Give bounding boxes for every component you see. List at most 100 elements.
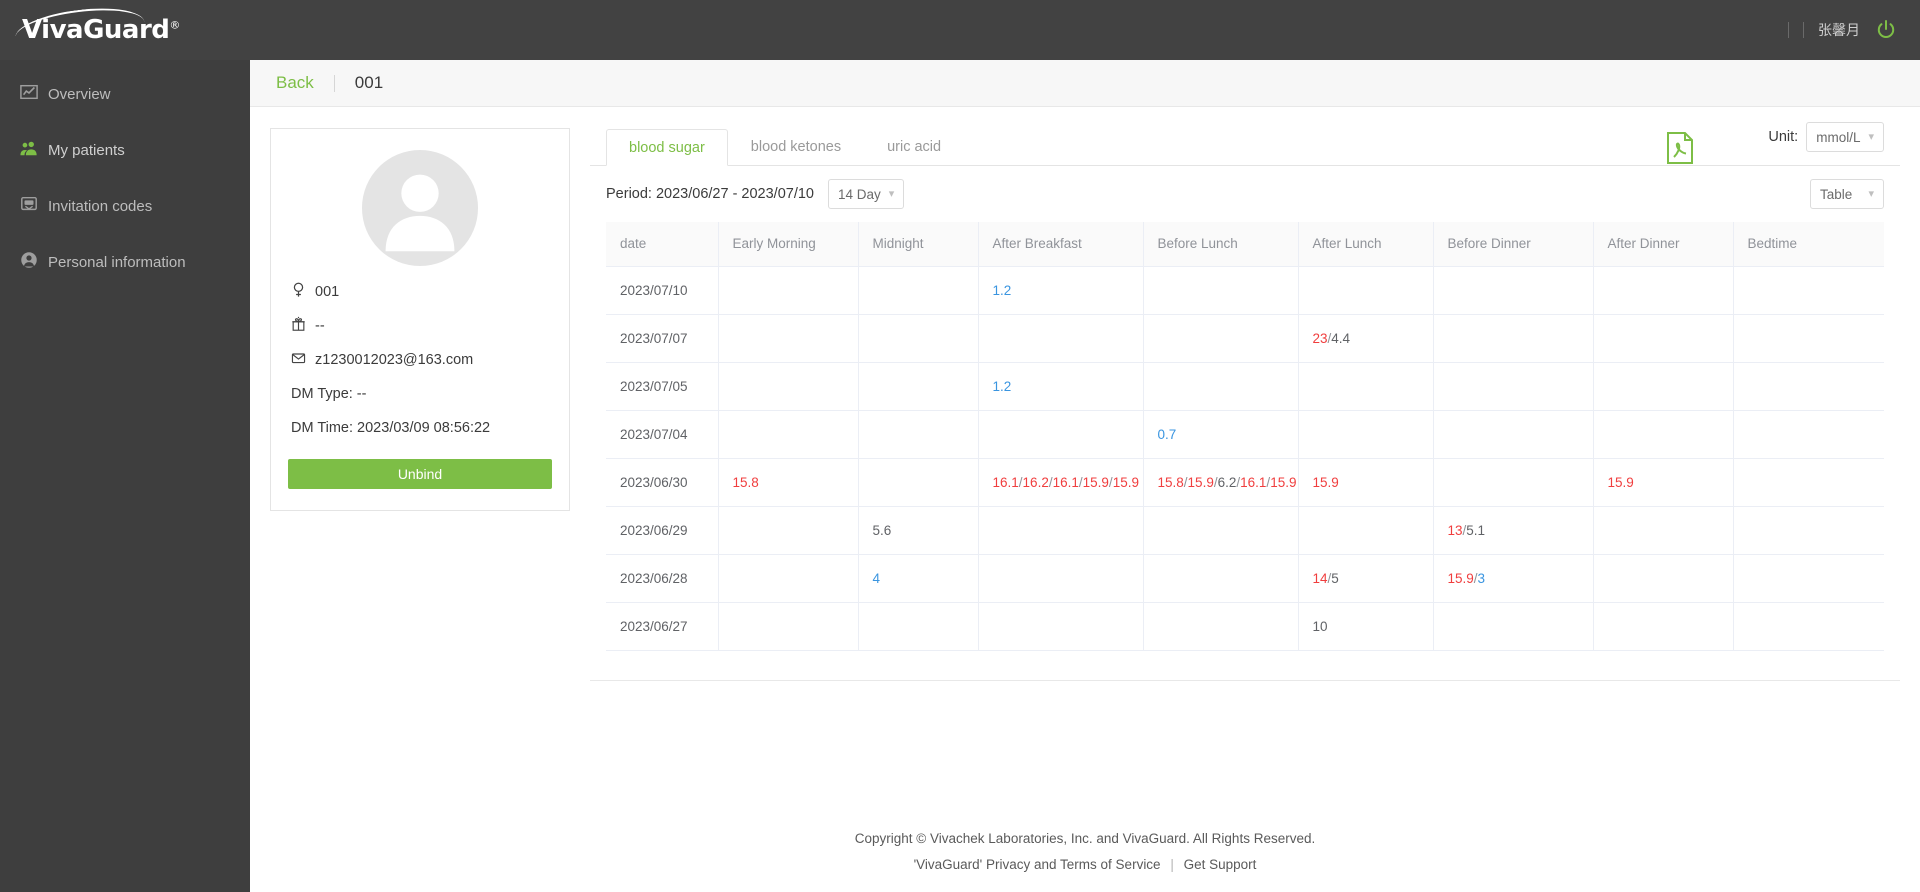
page-title: 001 xyxy=(354,73,384,92)
tab-blood-ketones[interactable]: blood ketones xyxy=(728,128,864,165)
cell-date: 2023/07/07 xyxy=(606,314,719,363)
reading-value: 16.1 xyxy=(1052,474,1079,490)
brand-registered-mark: ® xyxy=(169,18,180,32)
cell-reading: 10 xyxy=(1298,602,1434,651)
cell-reading xyxy=(1433,314,1594,363)
cell-reading xyxy=(718,266,859,315)
cell-reading xyxy=(978,554,1144,603)
tab-blood-sugar[interactable]: blood sugar xyxy=(606,129,728,166)
table-col-header: Before Lunch xyxy=(1143,222,1299,267)
view-select-value: Table xyxy=(1820,186,1853,202)
cell-reading xyxy=(1733,266,1884,315)
tab-uric-acid[interactable]: uric acid xyxy=(864,128,964,165)
sidebar-item-my-patients[interactable]: My patients xyxy=(0,122,250,178)
patient-id-value: 001 xyxy=(315,284,340,300)
chevron-down-icon: ▾ xyxy=(888,187,895,200)
sidebar-item-label: Personal information xyxy=(48,253,186,271)
reading-value: 15.9 xyxy=(1607,474,1634,490)
table-row[interactable]: 2023/07/05 1.2 xyxy=(606,362,1884,411)
unit-select-value: mmol/L xyxy=(1816,129,1861,145)
header-divider xyxy=(333,74,335,92)
privacy-link[interactable]: 'VivaGuard' Privacy and Terms of Service xyxy=(914,857,1161,872)
reading-value: 3 xyxy=(1477,570,1486,586)
cell-reading xyxy=(718,602,859,651)
cell-reading xyxy=(1298,506,1434,555)
unbind-button[interactable]: Unbind xyxy=(288,459,552,489)
topbar-divider-1 xyxy=(1788,22,1789,38)
cell-reading xyxy=(858,314,979,363)
toolbar-row: Period: 2023/06/27 - 2023/07/10 14 Day ▾… xyxy=(590,122,1900,222)
pdf-export-icon[interactable] xyxy=(1666,132,1694,164)
back-button[interactable]: Back xyxy=(276,73,314,93)
cell-reading: 14/5 xyxy=(1298,554,1434,603)
view-select[interactable]: Table ▾ xyxy=(1810,179,1884,209)
reading-value: 16.1 xyxy=(992,474,1019,490)
account-name[interactable]: 张馨月 xyxy=(1818,20,1860,40)
cell-reading xyxy=(978,506,1144,555)
table-row[interactable]: 2023/07/07 23/4.4 xyxy=(606,314,1884,363)
footer-links: 'VivaGuard' Privacy and Terms of Service… xyxy=(250,852,1920,878)
table-row[interactable]: 2023/06/29 5.6 13/5.1 xyxy=(606,506,1884,555)
gift-icon xyxy=(291,316,306,336)
cell-reading: 4 xyxy=(858,554,979,603)
sidebar: Overview My patients Invitation codes Pe… xyxy=(0,60,250,892)
patient-birthday-row: -- xyxy=(291,309,549,343)
cell-reading xyxy=(1593,362,1734,411)
chevron-down-icon: ▾ xyxy=(1868,187,1874,200)
cell-date: 2023/07/05 xyxy=(606,362,719,411)
cell-reading xyxy=(1433,266,1594,315)
reading-value: 15.8 xyxy=(732,474,759,490)
table-row[interactable]: 2023/07/10 1.2 xyxy=(606,266,1884,315)
cell-reading xyxy=(1593,410,1734,459)
chart-icon xyxy=(20,83,38,106)
cell-reading xyxy=(718,314,859,363)
cell-reading xyxy=(1298,362,1434,411)
cell-date: 2023/06/27 xyxy=(606,602,719,651)
table-row[interactable]: 2023/07/04 0.7 xyxy=(606,410,1884,459)
unit-control: Unit: mmol/L ▾ xyxy=(1768,122,1884,152)
measurements-panel: blood sugar blood ketones uric acid Peri… xyxy=(590,122,1900,681)
cell-reading xyxy=(1298,266,1434,315)
table-col-header: Before Dinner xyxy=(1433,222,1594,267)
sidebar-item-label: Overview xyxy=(48,85,111,103)
chevron-down-icon: ▾ xyxy=(1868,130,1874,143)
envelope-icon xyxy=(291,350,306,370)
reading-value: 15.9 xyxy=(1082,474,1109,490)
sidebar-item-invitation-codes[interactable]: Invitation codes xyxy=(0,178,250,234)
unit-select[interactable]: mmol/L ▾ xyxy=(1806,122,1884,152)
range-select[interactable]: 14 Day ▾ xyxy=(828,179,905,209)
table-row[interactable]: 2023/06/28 4 14/5 15.9/3 xyxy=(606,554,1884,603)
reading-value: 15.8 xyxy=(1157,474,1184,490)
period-label: Period: 2023/06/27 - 2023/07/10 xyxy=(606,186,814,202)
sidebar-item-label: Invitation codes xyxy=(48,197,153,215)
unit-label: Unit: xyxy=(1768,129,1799,145)
reading-value: 4.4 xyxy=(1331,330,1351,346)
patient-dm-type-row: DM Type: -- xyxy=(291,377,549,411)
table-col-header: Early Morning xyxy=(718,222,859,267)
support-link[interactable]: Get Support xyxy=(1184,857,1257,872)
reading-value: 10 xyxy=(1312,618,1328,634)
power-icon[interactable] xyxy=(1874,18,1898,42)
table-col-header: Bedtime xyxy=(1733,222,1884,267)
page-footer: Copyright © Vivachek Laboratories, Inc. … xyxy=(250,818,1920,892)
cell-reading xyxy=(1733,602,1884,651)
cell-reading: 16.1/16.2/16.1/15.9/15.9 xyxy=(978,458,1144,507)
cell-reading xyxy=(858,602,979,651)
user-circle-icon xyxy=(20,251,38,274)
cell-reading xyxy=(1593,602,1734,651)
cell-reading xyxy=(1143,602,1299,651)
table-row[interactable]: 2023/06/27 10 xyxy=(606,602,1884,651)
cell-reading: 1.2 xyxy=(978,266,1144,315)
sidebar-item-overview[interactable]: Overview xyxy=(0,66,250,122)
table-row[interactable]: 2023/06/30 15.8 16.1/16.2/16.1/15.9/15.9 15… xyxy=(606,458,1884,507)
cell-date: 2023/07/04 xyxy=(606,410,719,459)
cell-reading xyxy=(1733,458,1884,507)
patient-id-row: 001 xyxy=(291,275,549,309)
reading-value: 1.2 xyxy=(992,282,1012,298)
measurements-table: date Early Morning Midnight After Breakfast… xyxy=(606,222,1884,651)
patient-dm-type-value: DM Type: -- xyxy=(291,386,367,402)
app-logo[interactable]: VivaGuard® xyxy=(13,2,180,45)
cell-reading: 15.8 xyxy=(718,458,859,507)
avatar-container xyxy=(271,129,569,269)
sidebar-item-personal-information[interactable]: Personal information xyxy=(0,234,250,290)
